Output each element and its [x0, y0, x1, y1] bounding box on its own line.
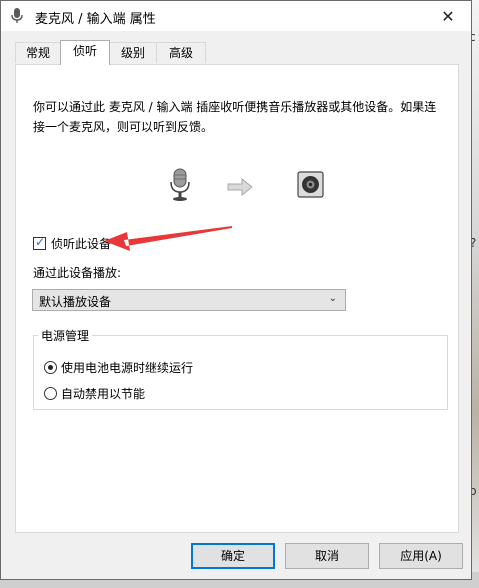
title-bar[interactable]: 麦克风 / 输入端 属性 ✕ [1, 1, 471, 31]
playback-device-value: 默认播放设备 [39, 295, 112, 309]
playback-device-label: 通过此设备播放: [33, 266, 122, 280]
listen-tab-panel: 你可以通过此 麦克风 / 输入端 插座收听便携音乐播放器或其他设备。如果连接一个… [15, 64, 459, 533]
radio-auto-disable-label[interactable]: 自动禁用以节能 [61, 385, 145, 402]
ok-button[interactable]: 确定 [191, 543, 275, 569]
microphone-icon [170, 168, 190, 201]
speaker-icon [297, 171, 324, 198]
tab-advanced[interactable]: 高级 [156, 42, 206, 63]
playback-device-select[interactable]: 默认播放设备 ⌄ [32, 289, 346, 311]
check-icon: ✓ [35, 235, 46, 249]
arrow-right-icon [227, 178, 253, 196]
close-icon: ✕ [441, 6, 455, 26]
properties-dialog: 麦克风 / 输入端 属性 ✕ 常规 侦听 级别 高级 你可以通过此 麦克风 / … [0, 0, 472, 580]
power-management-title: 电源管理 [38, 327, 93, 344]
listen-checkbox-label[interactable]: 侦听此设备 [51, 235, 111, 252]
tab-levels[interactable]: 级别 [109, 42, 157, 63]
listen-checkbox[interactable]: ✓ [33, 235, 46, 250]
window-title: 麦克风 / 输入端 属性 [35, 12, 156, 27]
radio-selected-dot [48, 365, 53, 370]
tab-listen[interactable]: 侦听 [60, 40, 110, 65]
chevron-down-icon: ⌄ [328, 293, 337, 304]
close-button[interactable]: ✕ [425, 1, 471, 31]
radio-continue-on-battery-label[interactable]: 使用电池电源时继续运行 [61, 359, 193, 376]
radio-continue-on-battery[interactable] [44, 361, 57, 374]
apply-button[interactable]: 应用(A) [379, 543, 463, 569]
listen-description: 你可以通过此 麦克风 / 输入端 插座收听便携音乐播放器或其他设备。如果连接一个… [33, 100, 437, 134]
tab-general[interactable]: 常规 [15, 42, 61, 63]
radio-auto-disable[interactable] [44, 387, 57, 400]
cancel-button[interactable]: 取消 [285, 543, 369, 569]
microphone-icon [11, 8, 23, 23]
